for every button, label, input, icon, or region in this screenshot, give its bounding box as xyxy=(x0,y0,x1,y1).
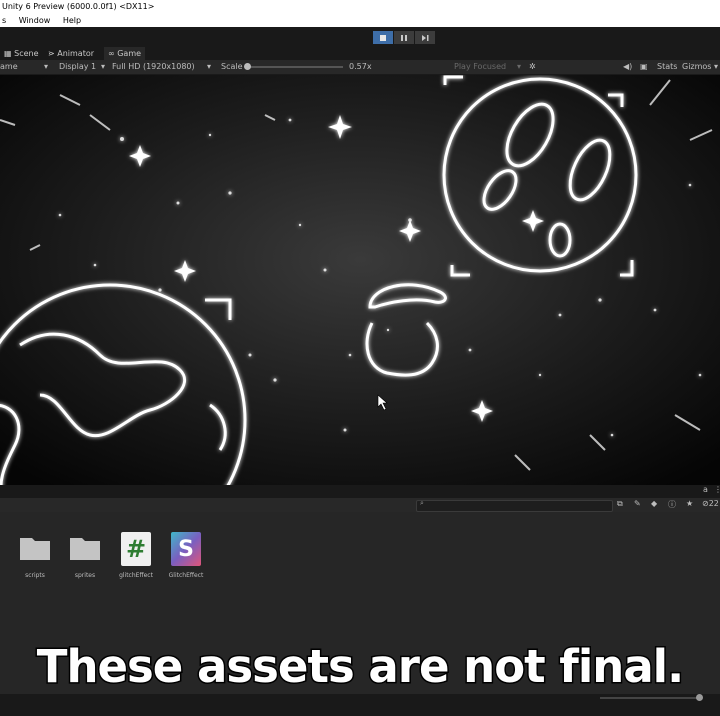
aspect-icon[interactable]: ▣ xyxy=(640,60,648,74)
csharp-script-icon: # xyxy=(121,532,151,566)
resolution-dropdown-arrow[interactable]: ▾ xyxy=(101,60,105,74)
icon-size-slider-handle[interactable] xyxy=(696,694,703,701)
mute-audio-icon[interactable]: ◀) xyxy=(623,60,632,74)
gizmos-dropdown-arrow[interactable]: ▾ xyxy=(714,60,718,74)
play-button[interactable] xyxy=(373,31,393,44)
tab-scene[interactable]: ▦ Scene xyxy=(0,47,43,60)
game-view[interactable] xyxy=(0,75,720,485)
folder-icon xyxy=(70,538,100,560)
view-tabs: ▦ Scene ⋗ Animator ∞ Game xyxy=(0,47,720,60)
asset-sprites-folder[interactable]: sprites xyxy=(60,532,110,579)
menu-item-s[interactable]: s xyxy=(2,16,6,25)
tab-game[interactable]: ∞ Game xyxy=(104,47,146,60)
stats-button[interactable]: Stats xyxy=(657,60,677,74)
view-dropdown[interactable]: ame xyxy=(0,60,18,74)
hidden-count-value: 22 xyxy=(708,499,719,508)
play-focused-dropdown[interactable]: Play Focused xyxy=(454,60,506,74)
tab-animator[interactable]: ⋗ Animator xyxy=(44,47,98,60)
menu-item-help[interactable]: Help xyxy=(63,16,81,25)
asset-label: sprites xyxy=(74,572,96,579)
asset-label: glitchEffect xyxy=(119,572,153,579)
menu-item-window[interactable]: Window xyxy=(19,16,51,25)
scale-dropdown-arrow[interactable]: ▾ xyxy=(207,60,211,74)
icon-size-slider[interactable] xyxy=(600,694,703,701)
asset-scripts-folder[interactable]: scripts xyxy=(10,532,60,579)
resolution-dropdown[interactable]: Full HD (1920x1080) xyxy=(112,60,195,74)
scene-icon: ▦ xyxy=(4,49,15,58)
game-icon: ∞ xyxy=(108,49,118,58)
asset-label: GlitchEffect xyxy=(168,572,204,579)
label-icon[interactable]: ◆ xyxy=(651,499,657,508)
info-icon[interactable]: ⓘ xyxy=(668,499,676,510)
tab-game-label: Game xyxy=(117,49,142,58)
scale-slider[interactable] xyxy=(244,63,343,70)
window-title: Unity 6 Preview (6000.0.0f1) <DX11> xyxy=(2,2,155,11)
asset-type-filter-icon[interactable]: ⧉ xyxy=(617,499,623,509)
pause-icon xyxy=(401,34,407,41)
hidden-count: ⊘22 xyxy=(702,499,719,508)
step-button[interactable] xyxy=(415,31,435,44)
display-dropdown-arrow[interactable]: ▾ xyxy=(44,60,48,74)
paint-icon[interactable]: ✎ xyxy=(634,499,641,508)
asset-glitch-shader[interactable]: S GlitchEffect xyxy=(161,532,211,579)
scale-label: Scale xyxy=(221,62,243,71)
lock-icon[interactable]: a xyxy=(703,485,708,494)
game-render xyxy=(0,75,720,485)
project-toolbar: ⌕ ⧉ ✎ ◆ ⓘ ★ ⊘22 xyxy=(0,498,720,512)
step-icon xyxy=(422,34,429,41)
shader-glyph: S xyxy=(178,536,194,562)
tab-animator-label: Animator xyxy=(57,49,95,58)
shader-icon: S xyxy=(171,532,201,566)
asset-label: scripts xyxy=(25,572,45,579)
display-dropdown[interactable]: Display 1 xyxy=(59,60,96,74)
pause-button[interactable] xyxy=(394,31,414,44)
panel-splitter[interactable]: a ⋮ xyxy=(0,485,720,498)
scale-slider-handle[interactable] xyxy=(244,63,251,70)
tab-scene-label: Scene xyxy=(14,49,39,58)
csharp-glyph: # xyxy=(125,535,147,563)
video-caption: These assets are not final. xyxy=(35,639,685,695)
project-search-input[interactable]: ⌕ xyxy=(416,499,613,512)
folder-icon xyxy=(20,538,50,560)
favorite-icon[interactable]: ★ xyxy=(686,499,693,508)
search-icon: ⌕ xyxy=(420,499,424,507)
game-view-toolbar: ame ▾ Display 1 ▾ Full HD (1920x1080) ▾ … xyxy=(0,60,720,75)
animator-icon: ⋗ xyxy=(48,49,58,58)
scale-value: 0.57x xyxy=(349,62,372,71)
menu-bar: s Window Help xyxy=(0,14,720,27)
main-toolbar xyxy=(0,27,720,47)
window-titlebar: Unity 6 Preview (6000.0.0f1) <DX11> xyxy=(0,0,720,14)
status-bar xyxy=(0,694,720,716)
bug-icon[interactable]: ✲ xyxy=(529,60,536,74)
asset-glitch-script[interactable]: # glitchEffect xyxy=(111,532,161,579)
play-controls xyxy=(373,31,435,44)
play-focused-arrow[interactable]: ▾ xyxy=(517,60,521,74)
stop-icon xyxy=(380,34,386,41)
panel-menu-icon[interactable]: ⋮ xyxy=(714,485,720,494)
gizmos-button[interactable]: Gizmos xyxy=(682,60,711,74)
